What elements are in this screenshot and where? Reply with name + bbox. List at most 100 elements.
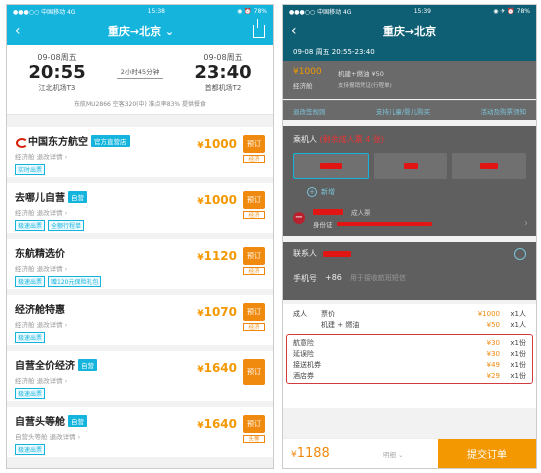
detail-row: 机建 + 燃油 ¥50 x1人 <box>321 320 526 329</box>
offer-name: 自营全价经济 <box>15 361 75 372</box>
book-button[interactable]: 预订 <box>243 247 265 265</box>
cabin-label: 经济 <box>243 267 265 275</box>
passenger-chip[interactable] <box>373 153 448 179</box>
contact-label: 联系人 <box>293 249 317 258</box>
offer-subtitle[interactable]: 经济舱 退改详情 › <box>15 263 265 273</box>
offer-tag: 极速出票 <box>15 388 46 399</box>
offer-tag: 极速出票 <box>15 444 46 455</box>
book-button[interactable]: 预订 <box>243 303 265 321</box>
addon-row: 酒店券 ¥29 x1份 <box>293 371 526 380</box>
id-label: 身份证 <box>313 221 333 229</box>
child-ticket-link[interactable]: 支持儿童/婴儿购买 <box>376 106 430 116</box>
share-icon[interactable] <box>252 18 265 38</box>
arrival-time: 23:40 <box>194 62 252 83</box>
offer-name: 自营头等舱 <box>15 417 65 428</box>
invoice-notice: 支持报销凭证(行程单) <box>338 83 392 89</box>
clock-text: 15:39 <box>413 7 431 15</box>
offer-name: 中国东方航空 <box>28 137 88 148</box>
offer-name: 去哪儿自营 <box>15 193 65 204</box>
insurance-addons: 航意险 ¥30 x1份 延误险 ¥30 x1份 接送机券 ¥49 x1份 酒店券 ¥2… <box>286 334 533 384</box>
route-title[interactable]: 重庆→北京 ⌄ <box>108 23 174 39</box>
cabin-label: 经济 <box>243 155 265 163</box>
carrier-text: ●●●○○ 中国移动 4G <box>289 8 352 16</box>
book-button[interactable]: 预订 <box>243 359 265 385</box>
order-fill-screen: ●●●○○ 中国移动 4G 15:39 ◉ ✈ ⏰ 78% ‹ 重庆→北京 09… <box>282 4 537 469</box>
chevron-right-icon[interactable]: › <box>524 218 528 229</box>
phone-field[interactable]: 手机号 +86 用于接收航班短信 <box>293 273 526 284</box>
book-button[interactable]: 预订 <box>243 135 265 153</box>
route-title: 重庆→北京 <box>382 25 437 38</box>
offer-tag: 极速出票 <box>15 276 46 287</box>
passenger-label: 乘机人 (剩余成人票 4 张) <box>293 135 384 144</box>
cabin-label: 经济 <box>243 211 265 219</box>
arrival-block: 09-08周五 23:40 首都机场T2 <box>183 52 263 93</box>
addon-row: 延误险 ¥30 x1份 <box>293 349 526 358</box>
detail-toggle[interactable]: 明细 ⌄ <box>383 449 423 459</box>
departure-time: 20:55 <box>28 62 86 83</box>
fare-block: ¥1000 机建+燃油 ¥50 经济舱 支持报销凭证(行程单) <box>283 61 536 99</box>
flight-list-screen: ●●●○○ 中国移动 4G 15:38 ◉ ⏰ 78% ‹ 重庆→北京 ⌄ 09… <box>6 4 274 469</box>
offer-badge: 自营 <box>68 414 87 427</box>
offer-subtitle[interactable]: 经济舱 退改详情 › <box>15 151 265 161</box>
back-icon[interactable]: ‹ <box>291 23 305 39</box>
flight-info: 东航MU2866 空客320(中) 准点率83% 提供餐食 <box>73 101 207 108</box>
offer-subtitle[interactable]: 经济舱 退改详情 › <box>15 207 265 217</box>
offer-card[interactable]: 去哪儿自营 自营 经济舱 退改详情 › 极速出票 全额行程单 ¥1000 预订 … <box>7 183 273 233</box>
offer-price: ¥1120 <box>197 249 237 263</box>
offer-price: ¥1000 <box>197 137 237 151</box>
submit-order-button[interactable]: 提交订单 <box>438 438 536 468</box>
cabin-label: 经济 <box>243 323 265 331</box>
offer-price: ¥1640 <box>197 361 237 375</box>
carrier-text: ●●●○○ 中国移动 4G <box>13 8 76 16</box>
flight-duration: 2小时45分钟 <box>116 66 164 79</box>
ticket-type: 成人票 <box>351 209 371 217</box>
country-code[interactable]: +86 <box>325 273 342 284</box>
flight-time-header: 09-08 周五 20:55-23:40 <box>283 45 536 61</box>
offer-card[interactable]: 东航精选价 经济舱 退改详情 › 极速出票 赠120元保险礼包 ¥1120 预订… <box>7 239 273 289</box>
offer-price: ¥1070 <box>197 305 237 319</box>
plus-icon: + <box>307 187 317 197</box>
offer-subtitle[interactable]: 自营头等舱 退改详情 › <box>15 431 265 441</box>
offer-badge: 官方直营店 <box>91 134 130 147</box>
tax-fee: 机建+燃油 ¥50 <box>338 70 384 78</box>
book-button[interactable]: 预订 <box>243 415 265 433</box>
battery-text: ◉ ✈ ⏰ 78% <box>493 7 530 15</box>
passenger-chip[interactable] <box>452 153 527 179</box>
nav-bar: ‹ 重庆→北京 ⌄ <box>7 17 273 45</box>
offer-tag: 赠120元保险礼包 <box>48 276 102 287</box>
offer-card[interactable]: 中国东方航空 官方直营店 经济舱 退改详情 › 实时出票 ¥1000 预订 经济 <box>7 127 273 177</box>
arrival-airport: 首都机场T2 <box>204 84 242 92</box>
remove-passenger-icon[interactable]: − <box>293 212 305 224</box>
nav-bar: ‹ 重庆→北京 <box>283 17 536 45</box>
offer-tag: 极速出票 <box>15 220 46 231</box>
price-detail-panel: 成人 票价 ¥1000 x1人 机建 + 燃油 ¥50 x1人 航意险 ¥30 x1份 … <box>283 304 536 408</box>
back-icon[interactable]: ‹ <box>15 23 29 39</box>
departure-block: 09-08周五 20:55 江北机场T3 <box>17 52 97 93</box>
cabin-label: 头等 <box>243 435 265 443</box>
offer-card[interactable]: 经济舱特惠 经济舱 退改详情 › 极速出票 ¥1070 预订 经济 <box>7 295 273 345</box>
clock-text: 15:38 <box>147 7 165 15</box>
contact-book-icon[interactable] <box>514 248 526 260</box>
offer-name: 东航精选价 <box>15 249 65 260</box>
purchase-notice-link[interactable]: 活动及购票须知 <box>480 106 526 116</box>
offer-subtitle[interactable]: 经济舱 退改详情 › <box>15 319 265 329</box>
detail-row: 成人 票价 ¥1000 x1人 <box>293 309 526 318</box>
offer-tag: 全额行程单 <box>48 220 85 231</box>
departure-airport: 江北机场T3 <box>38 84 76 92</box>
passenger-row[interactable]: − 成人票 身份证 <box>293 207 526 229</box>
cabin-class: 经济舱 <box>293 82 313 90</box>
offer-card[interactable]: 自营全价经济 自营 经济舱 退改详情 › 极速出票 ¥1640 预订 <box>7 351 273 401</box>
phone-input[interactable]: 用于接收航班短信 <box>350 273 406 284</box>
flight-summary: 09-08周五 20:55 江北机场T3 2小时45分钟 09-08周五 23:… <box>7 45 273 115</box>
airline-logo-icon <box>15 136 28 148</box>
contact-name-field[interactable] <box>323 250 351 257</box>
addon-row: 接送机券 ¥49 x1份 <box>293 360 526 369</box>
book-button[interactable]: 预订 <box>243 191 265 209</box>
offer-card[interactable]: 自营头等舱 自营 自营头等舱 退改详情 › 极速出票 ¥1640 预订 头等 <box>7 407 273 457</box>
addon-row: 航意险 ¥30 x1份 <box>293 338 526 347</box>
passenger-chip[interactable] <box>293 153 369 179</box>
offer-subtitle[interactable]: 经济舱 退改详情 › <box>15 375 265 385</box>
refund-rules-link[interactable]: 退改签规则 <box>293 106 326 116</box>
add-passenger-button[interactable]: + 新增 <box>307 187 526 197</box>
offer-name: 经济舱特惠 <box>15 305 65 316</box>
